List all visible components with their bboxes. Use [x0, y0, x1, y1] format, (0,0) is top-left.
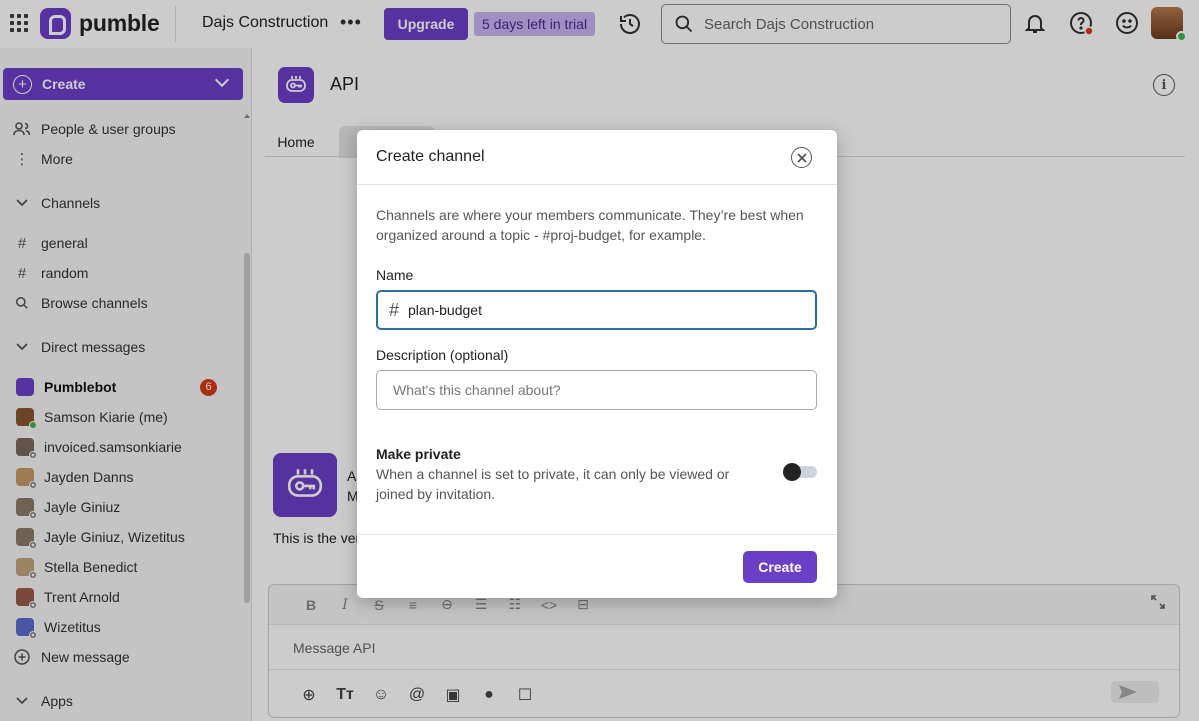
name-label: Name [376, 267, 414, 283]
channel-name-field[interactable]: # [376, 290, 817, 330]
modal-footer-divider [357, 534, 837, 535]
create-channel-modal: Create channel Channels are where your m… [357, 130, 837, 598]
modal-header: Create channel [357, 130, 837, 185]
close-icon[interactable] [791, 147, 812, 168]
modal-backdrop-top [0, 0, 1199, 48]
description-label: Description (optional) [376, 347, 509, 363]
channel-description-input[interactable] [393, 382, 793, 398]
modal-description: Channels are where your members communic… [376, 207, 804, 243]
make-private-label: Make private [376, 446, 461, 462]
modal-title: Create channel [376, 148, 485, 165]
channel-name-input[interactable] [408, 302, 789, 318]
channel-description-field[interactable] [376, 370, 817, 410]
make-private-toggle[interactable] [783, 463, 817, 481]
toggle-knob [783, 463, 801, 481]
make-private-help: When a channel is set to private, it can… [376, 466, 730, 502]
hash-icon: # [389, 299, 400, 320]
create-channel-button[interactable]: Create [743, 551, 817, 583]
